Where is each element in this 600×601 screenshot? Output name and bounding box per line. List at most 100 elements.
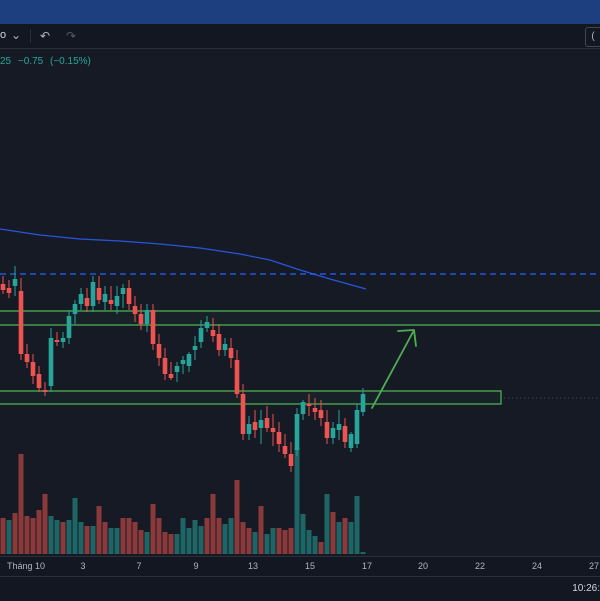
- candle-body: [180, 360, 186, 364]
- clock: 10:26:: [572, 583, 600, 594]
- volume-bar: [198, 526, 204, 554]
- volume-bar: [210, 494, 216, 554]
- volume-bar: [186, 528, 192, 554]
- volume-bar: [318, 542, 324, 554]
- volume-bar: [282, 530, 288, 554]
- time-axis-tick: 20: [417, 561, 429, 571]
- candle-body: [156, 344, 162, 358]
- candle-body: [282, 446, 288, 454]
- volume-bar: [240, 522, 246, 554]
- candle-body: [12, 279, 18, 286]
- candle-body: [330, 428, 336, 438]
- volume-bar: [150, 504, 156, 554]
- candle-body: [216, 334, 222, 350]
- volume-bar: [144, 532, 150, 554]
- candle-body: [36, 374, 42, 388]
- volume-bar: [42, 494, 48, 554]
- candle-body: [300, 402, 306, 414]
- candle-body: [264, 418, 270, 428]
- volume-bar: [264, 534, 270, 554]
- candle-body: [162, 358, 168, 374]
- resistance-zone: [0, 310, 600, 326]
- interval-selector[interactable]: o: [0, 29, 6, 41]
- chevron-down-icon[interactable]: ⌄: [11, 27, 21, 43]
- candle-body: [276, 432, 282, 444]
- undo-icon[interactable]: ↶: [40, 28, 50, 44]
- volume-bar: [300, 514, 306, 554]
- volume-bar: [330, 512, 336, 554]
- candle-body: [24, 354, 30, 362]
- volume-bar: [168, 534, 174, 554]
- volume-bar: [0, 518, 6, 554]
- volume-bar: [294, 448, 300, 554]
- candle-body: [102, 294, 108, 302]
- toolbar-divider: [30, 29, 31, 43]
- candle-body: [192, 346, 198, 350]
- time-axis-tick: Tháng 10: [6, 561, 46, 571]
- volume-bar: [18, 454, 24, 554]
- candle-body: [228, 348, 234, 358]
- volume-bar: [36, 510, 42, 554]
- candle-body: [18, 291, 24, 354]
- volume-bar: [276, 528, 282, 554]
- volume-bar: [6, 520, 12, 554]
- candle-body: [240, 394, 246, 434]
- candle-body: [174, 366, 180, 372]
- candle-body: [78, 294, 84, 304]
- volume-bar: [228, 518, 234, 554]
- volume-bar: [324, 494, 330, 554]
- candle-body: [144, 310, 150, 324]
- candle-body: [348, 434, 354, 448]
- candlestick-chart[interactable]: [0, 48, 600, 556]
- candle-body: [198, 328, 204, 342]
- candle-body: [186, 354, 192, 366]
- volume-bar: [216, 518, 222, 554]
- redo-icon[interactable]: ↷: [66, 28, 76, 44]
- volume-bar: [12, 513, 18, 554]
- candle-body: [6, 288, 12, 293]
- volume-bar: [270, 528, 276, 554]
- volume-bar: [222, 524, 228, 554]
- volume-bar: [156, 518, 162, 554]
- volume-bar: [120, 518, 126, 554]
- volume-bar: [96, 506, 102, 554]
- volume-bar: [102, 522, 108, 554]
- candle-body: [336, 424, 342, 430]
- support-zone: [0, 390, 502, 405]
- time-axis-tick: 24: [531, 561, 543, 571]
- candle-body: [246, 424, 252, 434]
- volume-bar: [354, 496, 360, 554]
- time-axis-tick: 27: [588, 561, 600, 571]
- volume-bar: [258, 506, 264, 554]
- candle-body: [342, 426, 348, 442]
- candle-body: [84, 298, 90, 306]
- candle-body: [294, 414, 300, 450]
- candle-body: [222, 344, 228, 350]
- toolbar-right-button[interactable]: (: [585, 27, 600, 47]
- title-bar: [0, 0, 600, 25]
- volume-bar: [288, 528, 294, 554]
- volume-bar: [312, 536, 318, 554]
- candle-body: [54, 340, 60, 342]
- candle-body: [318, 410, 324, 418]
- volume-bar: [54, 520, 60, 554]
- volume-bar: [72, 498, 78, 554]
- volume-bar: [48, 516, 54, 554]
- candle-body: [0, 284, 6, 290]
- time-axis-tick: 9: [193, 561, 199, 571]
- time-axis-tick: 3: [80, 561, 86, 571]
- time-axis[interactable]: Tháng 10 3 7 9 13 15 17 20 22 24 27: [0, 556, 600, 577]
- candle-body: [96, 288, 102, 300]
- volume-bar: [132, 522, 138, 554]
- time-axis-tick: 7: [136, 561, 142, 571]
- candle-body: [252, 422, 258, 430]
- candle-body: [120, 288, 126, 294]
- volume-bar: [138, 530, 144, 554]
- volume-bar: [174, 534, 180, 554]
- candle-body: [324, 422, 330, 438]
- candle-body: [354, 410, 360, 444]
- volume-bar: [192, 520, 198, 554]
- candle-body: [42, 390, 48, 392]
- time-axis-tick: 15: [304, 561, 316, 571]
- candle-body: [66, 316, 72, 338]
